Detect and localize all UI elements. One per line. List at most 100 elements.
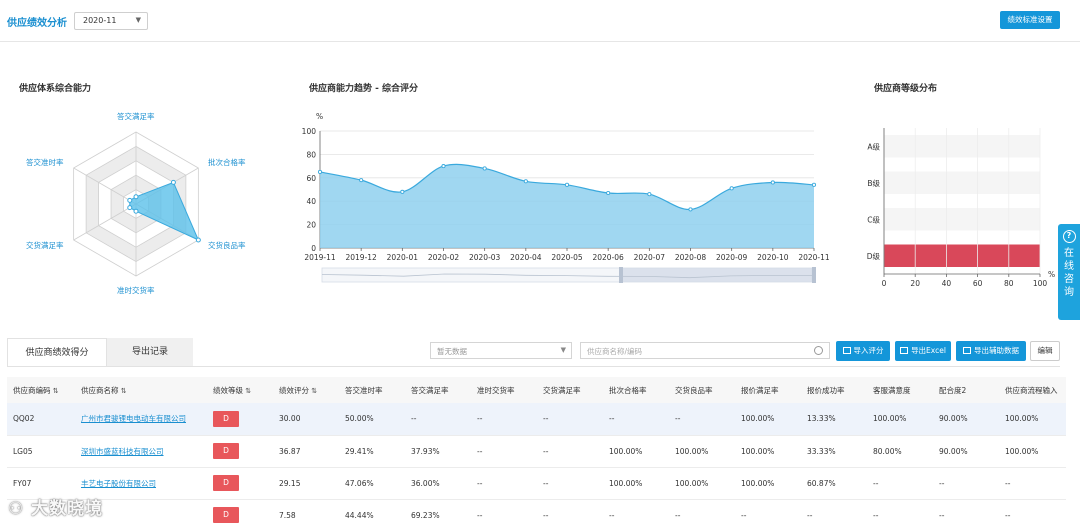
- table-cell: --: [537, 499, 603, 527]
- supplier-search-input[interactable]: 供应商名称/编码: [580, 342, 830, 359]
- cell-value: --: [477, 446, 483, 456]
- column-header[interactable]: 绩效等级 ⇅: [207, 377, 273, 403]
- sort-icon[interactable]: ⇅: [309, 387, 317, 395]
- table-row[interactable]: LG05 深圳市盛蓝科技有限公司 D 36.87 29.41% 37.93% -- -- 100…: [7, 435, 1066, 468]
- table-cell: 100.00%: [867, 403, 933, 436]
- table-cell: --: [603, 403, 669, 436]
- cell-value: 60.87%: [807, 478, 836, 488]
- trend-point: [317, 169, 323, 174]
- edit-button[interactable]: 编辑: [1030, 341, 1060, 361]
- y-unit-label: %: [316, 112, 323, 121]
- cell-value: 36.00%: [411, 478, 440, 488]
- grade-title: 供应商等级分布: [874, 84, 938, 94]
- cell-value: 30.00: [279, 414, 301, 424]
- cell-value: --: [609, 414, 615, 424]
- table-cell: --: [537, 467, 603, 500]
- table-cell: 50.00%: [339, 403, 405, 436]
- trend-svg: % 0 20 40 60 80 100 2019-11 2019-12 2020-01 2020-0…: [302, 112, 830, 283]
- column-header-label: 答交准时率: [345, 385, 383, 395]
- export-excel-label: 导出Excel: [911, 346, 946, 355]
- sort-icon[interactable]: ⇅: [51, 387, 59, 395]
- supplier-name-link[interactable]: 丰艺电子股份有限公司: [81, 479, 156, 488]
- table-cell: 90.00%: [933, 403, 999, 436]
- table-cell: 80.00%: [867, 435, 933, 468]
- y-tick-label: 40: [306, 197, 316, 206]
- month-select[interactable]: 2020-11 ▼: [74, 12, 148, 30]
- cell-value: 100.00%: [675, 446, 709, 456]
- cell-value: --: [477, 478, 483, 488]
- cell-value: --: [873, 478, 879, 488]
- supplier-name-link[interactable]: 广州市君骏锂电电动车有限公司: [81, 414, 186, 423]
- column-header[interactable]: 供应商编码 ⇅: [7, 377, 75, 403]
- cell-value: LG05: [13, 446, 33, 456]
- radar-point: [195, 237, 201, 243]
- cell-value: 36.87: [279, 446, 301, 456]
- category-label: A级: [867, 141, 880, 151]
- column-header: 供应商流程输入: [999, 377, 1066, 403]
- filter-select[interactable]: 暂无数据 ▼: [430, 342, 572, 359]
- trend-point: [359, 178, 364, 183]
- tab-divider: [7, 366, 1060, 367]
- trend-point: [688, 207, 693, 212]
- question-icon: ?: [1062, 230, 1076, 243]
- sort-icon[interactable]: ⇅: [119, 387, 127, 395]
- table-cell: --: [933, 467, 999, 500]
- cell-value: --: [477, 414, 483, 424]
- tab-export-records[interactable]: 导出记录: [107, 338, 193, 366]
- cell-value: 29.15: [279, 478, 301, 488]
- cell-value: --: [741, 510, 747, 520]
- table-cell: --: [801, 499, 867, 527]
- x-unit-label: %: [1048, 270, 1055, 279]
- performance-standard-button[interactable]: 绩效标准设置: [1000, 11, 1060, 29]
- table-row[interactable]: D 7.58 44.44% 69.23% -- -- -- -- -- -- -- -- --: [7, 499, 1066, 527]
- column-header-label: 供应商名称: [81, 385, 119, 395]
- grade-bar: [884, 244, 1040, 267]
- bar-background: [884, 171, 1040, 194]
- export-excel-button[interactable]: 导出Excel: [895, 341, 951, 361]
- table-cell: D: [207, 435, 273, 468]
- column-header[interactable]: 供应商名称 ⇅: [75, 377, 207, 403]
- page-title: 供应绩效分析: [7, 18, 67, 29]
- cell-value: 80.00%: [873, 446, 902, 456]
- trend-point: [564, 182, 570, 187]
- trend-point: [482, 166, 487, 171]
- table-cell: --: [537, 435, 603, 468]
- table-cell: 47.06%: [339, 467, 405, 500]
- search-icon[interactable]: [814, 346, 823, 355]
- cell-value: 100.00%: [675, 478, 709, 488]
- table-cell: 36.00%: [405, 467, 471, 500]
- radar-point: [170, 179, 176, 185]
- x-tick-label: 2019-11: [304, 253, 336, 262]
- table-cell: 100.00%: [603, 435, 669, 468]
- import-icon: [842, 347, 851, 354]
- filter-select-placeholder: 暂无数据: [437, 347, 467, 356]
- cell-value: 29.41%: [345, 446, 374, 456]
- tab-supplier-score[interactable]: 供应商绩效得分: [7, 338, 107, 366]
- table-row[interactable]: FY07 丰艺电子股份有限公司 D 29.15 47.06% 36.00% -- -- 100.…: [7, 467, 1066, 500]
- trend-area: [320, 164, 814, 248]
- online-consult-button[interactable]: ? 在 线 咨 询: [1058, 224, 1080, 320]
- supplier-name-link[interactable]: 深圳市盛蓝科技有限公司: [81, 447, 164, 456]
- column-header-label: 配合度2: [939, 385, 967, 395]
- radar-label-4: 交货满足率: [26, 241, 64, 250]
- table-cell: D: [207, 467, 273, 500]
- table-cell: D: [207, 499, 273, 527]
- sort-icon[interactable]: ⇅: [243, 387, 251, 395]
- table-cell: 30.00: [273, 403, 339, 436]
- column-header: 报价成功率: [801, 377, 867, 403]
- cell-value: FY07: [13, 478, 32, 488]
- y-tick-label: 100: [302, 127, 317, 136]
- table-row[interactable]: QQ02 广州市君骏锂电电动车有限公司 D 30.00 50.00% -- -- -- -- --…: [7, 403, 1066, 436]
- import-score-button[interactable]: 导入评分: [836, 341, 890, 361]
- export-aux-data-button[interactable]: 导出辅助数据: [956, 341, 1026, 361]
- month-select-value: 2020-11: [83, 16, 117, 25]
- category-label: D级: [867, 251, 881, 261]
- radar-label-0: 答交满足率: [117, 112, 155, 121]
- radar-label-5: 答交准时率: [26, 158, 64, 167]
- cell-value: 100.00%: [1005, 414, 1039, 424]
- column-header[interactable]: 绩效评分 ⇅: [273, 377, 339, 403]
- zoom-slider-selection: [621, 268, 815, 282]
- column-header-label: 批次合格率: [609, 385, 647, 395]
- column-header-label: 交货满足率: [543, 385, 581, 395]
- table-cell: 37.93%: [405, 435, 471, 468]
